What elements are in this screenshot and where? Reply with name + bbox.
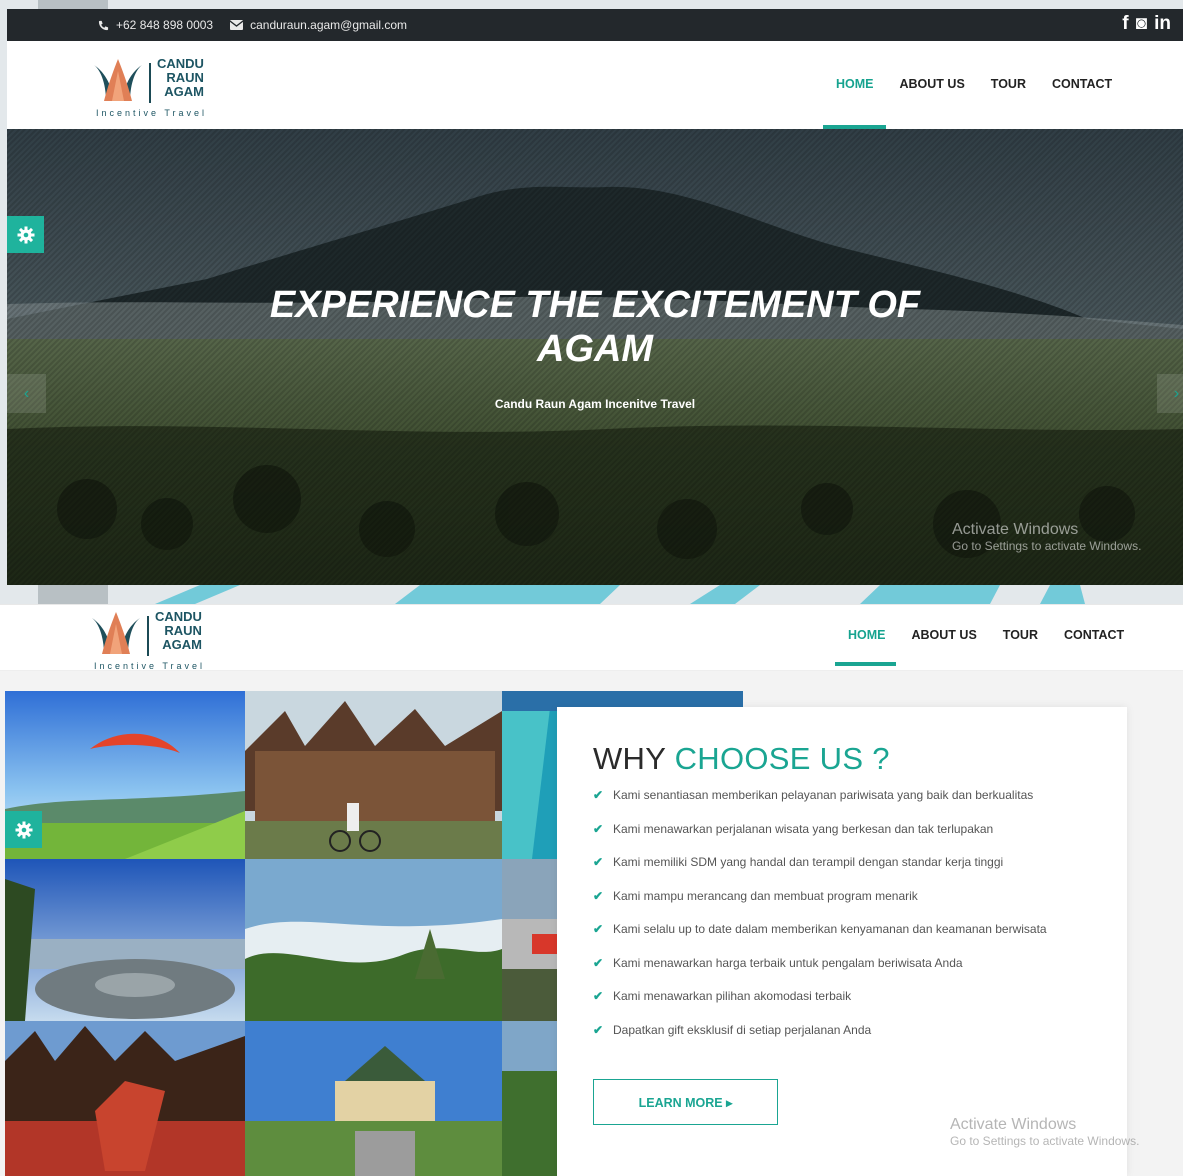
logo-line-2: RAUN [164, 623, 202, 638]
check-icon: ✔ [593, 855, 604, 869]
list-item-text: Dapatkan gift eksklusif di setiap perjal… [613, 1022, 872, 1037]
windows-activation-watermark: Activate Windows Go to Settings to activ… [952, 521, 1141, 553]
list-item: ✔ Kami mampu merancang dan membuat progra… [593, 889, 1047, 923]
traditional-dance-photo [5, 1021, 245, 1176]
facebook-icon[interactable]: f [1122, 13, 1128, 35]
logo-line-3: AGAM [164, 84, 204, 99]
list-item: ✔ Kami memiliki SDM yang handal dan teram… [593, 855, 1047, 889]
watermark-line-1: Activate Windows [952, 521, 1079, 538]
list-item: ✔ Kami menawarkan pilihan akomodasi terba… [593, 989, 1047, 1023]
phone-icon [98, 20, 109, 30]
mosque-palace-photo [245, 1021, 502, 1176]
nav-about-us[interactable]: ABOUT US [912, 628, 977, 642]
logo-line-1: CANDU [157, 56, 204, 71]
list-item: ✔ Dapatkan gift eksklusif di setiap perja… [593, 1023, 1047, 1057]
list-item: ✔ Kami senantiasan memberikan pelayanan p… [593, 788, 1047, 822]
list-item: ✔ Kami selalu up to date dalam memberikan… [593, 922, 1047, 956]
nav-tour[interactable]: TOUR [1003, 628, 1038, 642]
email-address: canduraun.agam@gmail.com [250, 18, 408, 32]
slider-next-button[interactable]: › [1157, 374, 1183, 413]
gear-icon [17, 226, 34, 243]
check-icon: ✔ [593, 989, 604, 1003]
active-nav-underline [835, 662, 896, 666]
check-icon: ✔ [593, 955, 604, 970]
sticky-navbar: CANDU RAUN AGAM Incentive Travel HOME AB… [0, 604, 1183, 671]
chevron-right-icon: › [1173, 384, 1180, 402]
nav-menu: HOME ABOUT US TOUR CONTACT [848, 628, 1150, 642]
nav-tour[interactable]: TOUR [991, 77, 1026, 91]
check-icon: ✔ [593, 888, 604, 903]
check-icon: ✔ [593, 788, 604, 802]
logo-line-3: AGAM [162, 637, 202, 652]
check-icon: ✔ [593, 821, 604, 836]
gear-icon [15, 821, 32, 838]
top-contact-bar: +62 848 898 0003 canduraun.agam@gmail.co… [7, 9, 1183, 41]
learn-more-button[interactable]: LEARN MORE ▸ [593, 1079, 778, 1125]
logo-wordmark: CANDU RAUN AGAM [155, 610, 202, 652]
nav-home[interactable]: HOME [836, 77, 874, 91]
homepage-screenshot-top: +62 848 898 0003 canduraun.agam@gmail.co… [0, 0, 1183, 604]
hero-title: EXPERIENCE THE EXCITEMENT OF AGAM [269, 284, 921, 370]
logo-divider [147, 616, 149, 656]
main-navbar: CANDU RAUN AGAM Incentive Travel HOME AB… [7, 41, 1183, 129]
site-logo[interactable]: CANDU RAUN AGAM Incentive Travel [90, 610, 202, 671]
hero-slider: EXPERIENCE THE EXCITEMENT OF AGAM Candu … [7, 129, 1183, 585]
why-choose-us-heading: WHY CHOOSE US ? [593, 741, 890, 777]
list-item-text: Kami senantiasan memberikan pelayanan pa… [613, 788, 1034, 802]
nav-about-us[interactable]: ABOUT US [900, 77, 965, 91]
email-contact[interactable]: canduraun.agam@gmail.com [230, 18, 407, 32]
phone-number: +62 848 898 0003 [116, 18, 214, 32]
list-item-text: Kami menawarkan pilihan akomodasi terbai… [613, 989, 852, 1003]
list-item-text: Kami memiliki SDM yang handal dan teramp… [613, 855, 1004, 869]
list-item: ✔ Kami menawarkan perjalanan wisata yang … [593, 822, 1047, 856]
watermark-line-2: Go to Settings to activate Windows. [950, 1134, 1140, 1148]
valley-mist-photo [245, 859, 502, 1021]
phone-contact[interactable]: +62 848 898 0003 [98, 18, 213, 32]
logo-divider [149, 63, 151, 103]
windows-activation-watermark: Activate Windows Go to Settings to activ… [950, 1116, 1139, 1148]
heading-plain-part: WHY [593, 741, 666, 776]
rumah-gadang-cyclist-photo [245, 691, 502, 859]
logo-line-2: RAUN [166, 70, 204, 85]
viewpoint-lake-photo [5, 859, 245, 1021]
check-icon: ✔ [593, 1022, 604, 1037]
rumah-gadang-logo-icon [94, 59, 142, 101]
settings-toggle-button[interactable] [5, 811, 42, 848]
nav-home[interactable]: HOME [848, 628, 886, 642]
slider-prev-button[interactable]: ‹ [7, 374, 46, 413]
list-item: ✔ Kami menawarkan harga terbaik untuk pen… [593, 956, 1047, 990]
watermark-line-1: Activate Windows [950, 1116, 1077, 1133]
nav-menu: HOME ABOUT US TOUR CONTACT [836, 77, 1138, 91]
why-choose-us-card: WHY CHOOSE US ? ✔ Kami senantiasan member… [557, 707, 1127, 1176]
list-item-text: Kami selalu up to date dalam memberikan … [613, 922, 1047, 936]
nav-contact[interactable]: CONTACT [1052, 77, 1112, 91]
hero-subtitle: Candu Raun Agam Incenitve Travel [494, 397, 696, 411]
list-item-text: Kami menawarkan perjalanan wisata yang b… [613, 821, 994, 836]
why-choose-us-section: WHY CHOOSE US ? ✔ Kami senantiasan member… [0, 671, 1183, 1176]
instagram-icon[interactable]: ◙ [1136, 13, 1147, 35]
logo-tagline: Incentive Travel [94, 661, 206, 671]
logo-line-1: CANDU [155, 609, 202, 624]
nav-contact[interactable]: CONTACT [1064, 628, 1124, 642]
linkedin-icon[interactable]: in [1154, 13, 1171, 35]
rumah-gadang-logo-icon [92, 612, 140, 654]
settings-toggle-button[interactable] [7, 216, 44, 253]
logo-tagline: Incentive Travel [96, 108, 208, 118]
envelope-icon [230, 20, 244, 30]
social-links: f ◙ in [1122, 13, 1171, 35]
site-logo[interactable]: CANDU RAUN AGAM Incentive Travel [92, 57, 204, 118]
logo-wordmark: CANDU RAUN AGAM [157, 57, 204, 99]
chevron-left-icon: ‹ [23, 384, 30, 402]
list-item-text: Kami menawarkan harga terbaik untuk peng… [613, 955, 963, 970]
benefits-list: ✔ Kami senantiasan memberikan pelayanan p… [593, 788, 1047, 1056]
list-item-text: Kami mampu merancang dan membuat program… [613, 888, 918, 903]
check-icon: ✔ [593, 922, 604, 936]
heading-accent-part: CHOOSE US ? [674, 741, 890, 776]
watermark-line-2: Go to Settings to activate Windows. [952, 539, 1142, 553]
